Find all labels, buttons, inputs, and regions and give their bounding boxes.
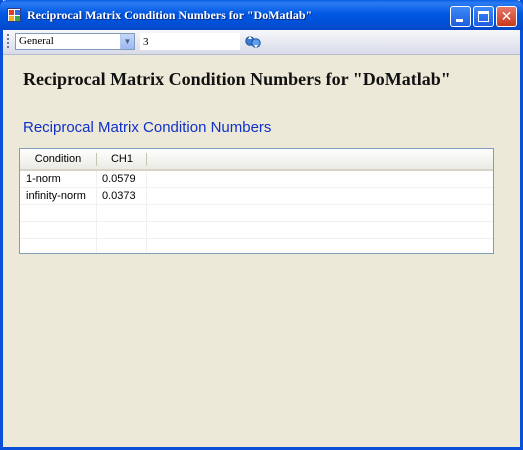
table-row[interactable] (20, 222, 493, 239)
table-row[interactable]: infinity-norm 0.0373 (20, 188, 493, 205)
minimize-button[interactable] (450, 6, 471, 27)
window-title: Reciprocal Matrix Condition Numbers for … (27, 8, 313, 22)
application-window: Reciprocal Matrix Condition Numbers for … (0, 0, 523, 450)
condition-numbers-table[interactable]: Condition CH1 1-norm 0.0579 infinity-nor… (19, 148, 494, 254)
table-body: 1-norm 0.0579 infinity-norm 0.0373 (20, 171, 493, 253)
report-title: Reciprocal Matrix Condition Numbers for … (23, 69, 451, 89)
maximize-icon (478, 11, 489, 22)
maximize-button[interactable] (473, 6, 494, 27)
app-icon[interactable] (7, 8, 21, 22)
number-input[interactable] (140, 33, 240, 50)
ch1-cell: 0.0373 (102, 190, 136, 202)
column-header-condition[interactable]: Condition (20, 149, 96, 169)
close-button[interactable]: ✕ (496, 6, 517, 27)
report-panel: Reciprocal Matrix Condition Numbers for … (3, 55, 520, 447)
column-divider[interactable] (146, 153, 147, 166)
condition-cell: 1-norm (26, 173, 61, 185)
condition-cell: infinity-norm (26, 190, 86, 202)
table-header: Condition CH1 (20, 149, 493, 171)
refresh-icon (245, 36, 261, 48)
minimize-icon (456, 19, 463, 22)
ch1-cell: 0.0579 (102, 173, 136, 185)
section-title: Reciprocal Matrix Condition Numbers (23, 119, 272, 136)
category-dropdown-value: General (19, 35, 54, 47)
close-icon: ✕ (500, 8, 513, 24)
table-row[interactable]: 1-norm 0.0579 (20, 171, 493, 188)
table-row[interactable] (20, 205, 493, 222)
toolbar: General ▼ (3, 30, 520, 55)
refresh-button[interactable] (244, 33, 262, 51)
category-dropdown[interactable]: General ▼ (15, 33, 135, 50)
column-header-ch1[interactable]: CH1 (97, 149, 147, 169)
toolbar-grip-icon[interactable] (7, 34, 9, 50)
title-bar[interactable]: Reciprocal Matrix Condition Numbers for … (0, 0, 523, 30)
chevron-down-icon[interactable]: ▼ (120, 34, 134, 49)
table-row[interactable] (20, 239, 493, 253)
